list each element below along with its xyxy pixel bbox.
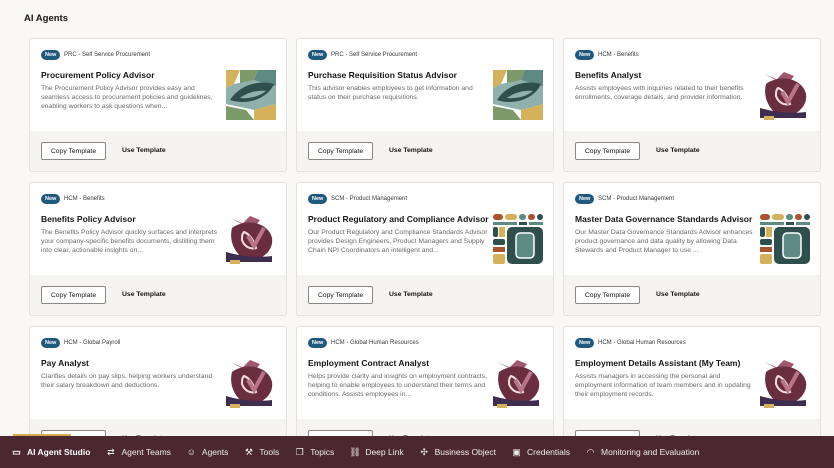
card-category: PRC - Self Service Procurement bbox=[331, 52, 418, 58]
bottom-nav-bar: ▭ AI Agent Studio ⇄ Agent Teams ☺ Agents ⚒ Tool… bbox=[0, 436, 834, 468]
card-description: Helps provide clarity and insights on em… bbox=[308, 373, 488, 398]
card-description: Assists managers in accessing the person… bbox=[575, 373, 751, 398]
nav-label: Agents bbox=[201, 447, 229, 457]
new-badge: New bbox=[41, 194, 61, 204]
card-description: Clarifies details on pay slips, helping … bbox=[41, 373, 213, 389]
card-description: The Procurement Policy Advisor provides … bbox=[41, 85, 213, 110]
copy-template-button[interactable]: Copy Template bbox=[41, 142, 106, 160]
agent-card: New HCM - Benefits Benefits Policy Advis… bbox=[29, 182, 287, 316]
card-title: Employment Contract Analyst bbox=[308, 358, 430, 368]
blocks-illustration-icon bbox=[760, 214, 810, 264]
card-footer: Copy Template Use Template bbox=[30, 275, 286, 315]
agent-teams-icon: ⇄ bbox=[107, 446, 115, 457]
nav-label: Deep Link bbox=[365, 447, 404, 457]
card-title: Procurement Policy Advisor bbox=[41, 70, 155, 80]
card-description: Our Master Data Governance Standards Adv… bbox=[575, 229, 753, 254]
use-template-link[interactable]: Use Template bbox=[122, 291, 166, 298]
nav-label: AI Agent Studio bbox=[27, 447, 91, 457]
copy-template-button[interactable]: Copy Template bbox=[575, 142, 640, 160]
card-category: SCM - Product Management bbox=[331, 196, 408, 202]
studio-icon: ▭ bbox=[12, 446, 21, 457]
card-title: Product Regulatory and Compliance Adviso… bbox=[308, 214, 489, 224]
new-badge: New bbox=[575, 194, 595, 204]
new-badge: New bbox=[575, 50, 595, 60]
card-title: Benefits Analyst bbox=[575, 70, 642, 80]
credentials-icon: ▣ bbox=[512, 446, 521, 457]
topics-icon: ❐ bbox=[295, 446, 304, 457]
use-template-link[interactable]: Use Template bbox=[389, 147, 433, 154]
use-template-link[interactable]: Use Template bbox=[656, 291, 700, 298]
new-badge: New bbox=[575, 338, 595, 348]
nav-credentials[interactable]: ▣ Credentials bbox=[511, 447, 570, 458]
nav-label: Credentials bbox=[527, 447, 571, 457]
nav-business-object[interactable]: ✣ Business Object bbox=[419, 447, 496, 458]
card-category: HCM - Global Human Resources bbox=[331, 340, 419, 346]
page-title: AI Agents bbox=[24, 13, 68, 24]
agent-card: New PRC - Self Service Procurement Procu… bbox=[29, 38, 287, 172]
card-category: HCM - Global Human Resources bbox=[598, 340, 686, 346]
tools-icon: ⚒ bbox=[244, 446, 253, 457]
card-footer: Copy Template Use Template bbox=[297, 131, 553, 171]
card-description: The Benefits Policy Advisor quickly surf… bbox=[41, 229, 218, 254]
copy-template-button[interactable]: Copy Template bbox=[308, 286, 373, 304]
nav-label: Topics bbox=[310, 447, 335, 457]
new-badge: New bbox=[308, 194, 328, 204]
nav-ai-agent-studio[interactable]: ▭ AI Agent Studio bbox=[11, 447, 90, 458]
card-footer: Copy Template Use Template bbox=[564, 275, 820, 315]
new-badge: New bbox=[308, 50, 328, 60]
new-badge: New bbox=[41, 338, 61, 348]
heart-illustration-icon bbox=[760, 70, 810, 120]
monitoring-icon: ◠ bbox=[586, 446, 595, 457]
nav-label: Business Object bbox=[434, 447, 497, 457]
nav-label: Monitoring and Evaluation bbox=[601, 447, 700, 457]
leaf-illustration-icon bbox=[226, 70, 276, 120]
card-category: HCM - Global Payroll bbox=[64, 340, 121, 346]
heart-illustration-icon bbox=[760, 358, 810, 408]
use-template-link[interactable]: Use Template bbox=[656, 147, 700, 154]
nav-deep-link[interactable]: ⛓ Deep Link bbox=[349, 447, 403, 458]
agent-card: New SCM - Product Management Master Data… bbox=[563, 182, 821, 316]
nav-topics[interactable]: ❐ Topics bbox=[294, 446, 335, 458]
card-title: Benefits Policy Advisor bbox=[41, 214, 136, 224]
agent-card-grid: New PRC - Self Service Procurement Procu… bbox=[29, 38, 821, 460]
card-description: Assists employees with inquiries related… bbox=[575, 85, 744, 101]
agent-card: New HCM - Benefits Benefits Analyst Assi… bbox=[563, 38, 821, 172]
card-title: Master Data Governance Standards Advisor bbox=[575, 214, 753, 224]
nav-tools[interactable]: ⚒ Tools bbox=[243, 447, 279, 458]
card-footer: Copy Template Use Template bbox=[30, 131, 286, 171]
use-template-link[interactable]: Use Template bbox=[389, 291, 433, 298]
card-description: This advisor enables employees to get in… bbox=[308, 85, 473, 101]
heart-illustration-icon bbox=[226, 214, 276, 264]
agent-card: New PRC - Self Service Procurement Purch… bbox=[296, 38, 554, 172]
nav-agents[interactable]: ☺ Agents bbox=[186, 447, 229, 457]
copy-template-button[interactable]: Copy Template bbox=[308, 142, 373, 160]
card-category: HCM - Benefits bbox=[64, 196, 105, 202]
nav-label: Tools bbox=[259, 447, 280, 457]
card-title: Pay Analyst bbox=[41, 358, 89, 368]
card-footer: Copy Template Use Template bbox=[564, 131, 820, 171]
leaf-illustration-icon bbox=[493, 70, 543, 120]
heart-illustration-icon bbox=[226, 358, 276, 408]
use-template-link[interactable]: Use Template bbox=[122, 147, 166, 154]
agents-icon: ☺ bbox=[186, 447, 196, 457]
business-object-icon: ✣ bbox=[420, 446, 428, 457]
card-title: Employment Details Assistant (My Team) bbox=[575, 358, 741, 368]
copy-template-button[interactable]: Copy Template bbox=[41, 286, 106, 304]
copy-template-button[interactable]: Copy Template bbox=[575, 286, 640, 304]
agent-card: New SCM - Product Management Product Reg… bbox=[296, 182, 554, 316]
card-category: HCM - Benefits bbox=[598, 52, 639, 58]
link-icon: ⛓ bbox=[349, 446, 361, 457]
nav-monitoring-and-evaluation[interactable]: ◠ Monitoring and Evaluation bbox=[585, 446, 700, 458]
nav-label: Agent Teams bbox=[121, 447, 171, 457]
new-badge: New bbox=[41, 50, 61, 60]
card-footer: Copy Template Use Template bbox=[297, 275, 553, 315]
nav-agent-teams[interactable]: ⇄ Agent Teams bbox=[105, 446, 171, 458]
card-category: PRC - Self Service Procurement bbox=[64, 52, 151, 58]
card-category: SCM - Product Management bbox=[598, 196, 675, 202]
card-title: Purchase Requisition Status Advisor bbox=[308, 70, 457, 80]
heart-illustration-icon bbox=[493, 358, 543, 408]
blocks-illustration-icon bbox=[493, 214, 543, 264]
card-description: Our Product Regulatory and Compliance St… bbox=[308, 229, 488, 254]
new-badge: New bbox=[308, 338, 328, 348]
